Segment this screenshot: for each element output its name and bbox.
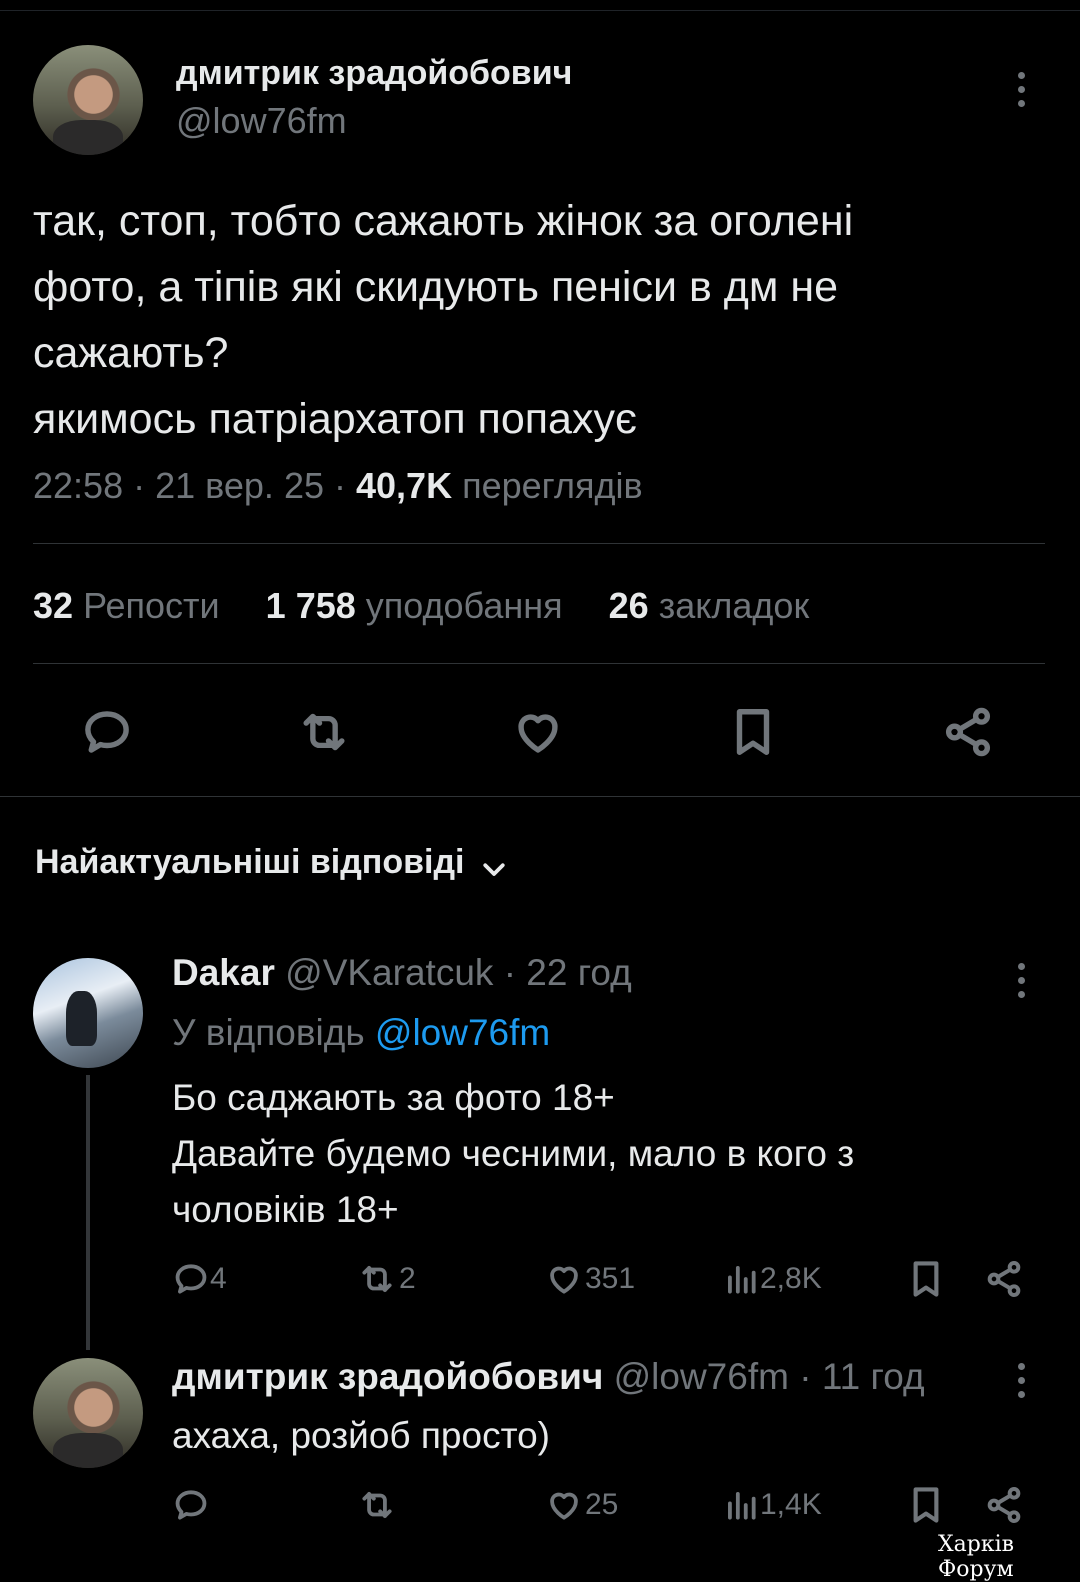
reply-text-line: Давайте будемо чесними, мало в кого з xyxy=(172,1133,855,1174)
watermark: Харків Форум xyxy=(938,1532,1015,1582)
thread-line xyxy=(86,1075,90,1350)
reply-header: Dakar @VKaratcuk · 22 год xyxy=(172,952,632,994)
replies-sort-toggle[interactable]: Найактуальніші відповіді xyxy=(35,843,509,884)
views-label: переглядів xyxy=(462,465,643,506)
reply-to-prefix: У відповідь xyxy=(172,1012,365,1053)
chevron-down-icon xyxy=(483,863,505,876)
views-icon xyxy=(728,1266,756,1294)
like-count: 25 xyxy=(585,1488,619,1521)
engagement-stats: 32 Репости 1 758 уподобання 26 закладок xyxy=(33,585,809,627)
tweet-text-line: сажають? xyxy=(33,329,229,377)
reply-icon xyxy=(175,1490,207,1520)
like-count: 351 xyxy=(585,1262,636,1295)
section-divider xyxy=(0,796,1080,797)
reply-author-avatar[interactable] xyxy=(33,1358,143,1468)
reply-text-line: чоловіків 18+ xyxy=(172,1189,399,1230)
like-icon xyxy=(550,1492,578,1520)
reply-author-name[interactable]: Dakar xyxy=(172,952,275,993)
reply-comment-action[interactable] xyxy=(172,1486,210,1524)
reply-text: ахаха, розйоб просто) xyxy=(172,1408,550,1464)
author-name[interactable]: дмитрик зрадойобович xyxy=(176,54,572,93)
reply-comment-action[interactable]: 4 xyxy=(172,1260,227,1298)
reply-time[interactable]: 22 год xyxy=(526,952,631,993)
like-icon[interactable] xyxy=(510,705,566,759)
reply-views-action[interactable]: 2,8K xyxy=(722,1260,822,1298)
views-count: 40,7K xyxy=(356,465,453,506)
views-count: 1,4K xyxy=(760,1488,822,1521)
reply-text-line: Бо саджають за фото 18+ xyxy=(172,1077,615,1118)
tweet-meta: 22:58 · 21 вер. 25 · 40,7K переглядів xyxy=(33,465,643,507)
reply-author-handle[interactable]: @VKaratcuk xyxy=(285,952,493,993)
reply-author-name[interactable]: дмитрик зрадойобович xyxy=(172,1356,603,1397)
reply-like-action[interactable]: 25 xyxy=(543,1486,618,1524)
more-options-icon[interactable] xyxy=(1018,963,1026,1005)
tweet-time[interactable]: 22:58 xyxy=(33,465,123,506)
share-icon[interactable] xyxy=(940,705,996,759)
bookmark-icon[interactable] xyxy=(728,705,778,759)
author-handle[interactable]: @low76fm xyxy=(176,100,347,142)
tweet-text: так, стоп, тобто сажають жінок за оголен… xyxy=(33,188,853,452)
reply-repost-action[interactable] xyxy=(355,1486,399,1524)
views-icon xyxy=(728,1492,756,1520)
reply-text-line: ахаха, розйоб просто) xyxy=(172,1415,551,1456)
divider xyxy=(33,543,1045,544)
reply-views-action[interactable]: 1,4K xyxy=(722,1486,822,1524)
share-icon[interactable] xyxy=(984,1484,1024,1526)
reply-author-handle[interactable]: @low76fm xyxy=(614,1356,789,1397)
likes-label: уподобання xyxy=(365,585,563,626)
bookmarks-label: закладок xyxy=(658,585,810,626)
meta-dot: · xyxy=(503,952,517,993)
repost-count: 2 xyxy=(399,1262,416,1295)
share-icon[interactable] xyxy=(984,1258,1024,1300)
reposts-stat[interactable]: 32 Репости xyxy=(33,585,220,626)
reply-time[interactable]: 11 год xyxy=(822,1356,925,1397)
author-avatar[interactable] xyxy=(33,45,143,155)
bookmark-icon[interactable] xyxy=(907,1258,945,1300)
divider xyxy=(33,663,1045,664)
more-options-icon[interactable] xyxy=(1018,1363,1026,1405)
repost-icon[interactable] xyxy=(295,705,353,759)
bookmark-icon[interactable] xyxy=(907,1484,945,1526)
reply-text: Бо саджають за фото 18+ Давайте будемо ч… xyxy=(172,1070,854,1238)
reposts-count: 32 xyxy=(33,585,74,626)
like-icon xyxy=(550,1266,578,1294)
reply-to-handle-link[interactable]: @low76fm xyxy=(375,1012,550,1053)
repost-icon xyxy=(362,1266,392,1292)
more-options-icon[interactable] xyxy=(1018,72,1026,114)
reply-icon[interactable] xyxy=(80,705,134,759)
repost-icon xyxy=(362,1492,392,1518)
reposts-label: Репости xyxy=(83,585,220,626)
meta-dot: · xyxy=(799,1356,812,1397)
likes-stat[interactable]: 1 758 уподобання xyxy=(266,585,563,626)
bookmarks-count: 26 xyxy=(608,585,649,626)
reply-icon xyxy=(175,1264,207,1294)
comment-count: 4 xyxy=(210,1262,227,1295)
reply-to-line: У відповідь @low76fm xyxy=(172,1012,550,1054)
tweet-text-line: якимось патріархатоп попахує xyxy=(33,395,637,443)
meta-dot: · xyxy=(334,465,346,506)
tweet-text-line: фото, а тіпів які скидують пеніси в дм н… xyxy=(33,263,838,311)
replies-header-label: Найактуальніші відповіді xyxy=(35,843,465,881)
likes-count: 1 758 xyxy=(265,585,356,626)
tweet-text-line: так, стоп, тобто сажають жінок за оголен… xyxy=(33,197,854,245)
reply-like-action[interactable]: 351 xyxy=(543,1260,635,1298)
reply-repost-action[interactable]: 2 xyxy=(355,1260,416,1298)
reply-author-avatar[interactable] xyxy=(33,958,143,1068)
tweet-date[interactable]: 21 вер. 25 xyxy=(155,465,324,506)
meta-dot: · xyxy=(133,465,146,506)
top-divider xyxy=(0,10,1080,11)
views-count: 2,8K xyxy=(760,1262,822,1295)
reply-header: дмитрик зрадойобович @low76fm · 11 год xyxy=(172,1356,925,1398)
bookmarks-stat[interactable]: 26 закладок xyxy=(609,585,810,626)
